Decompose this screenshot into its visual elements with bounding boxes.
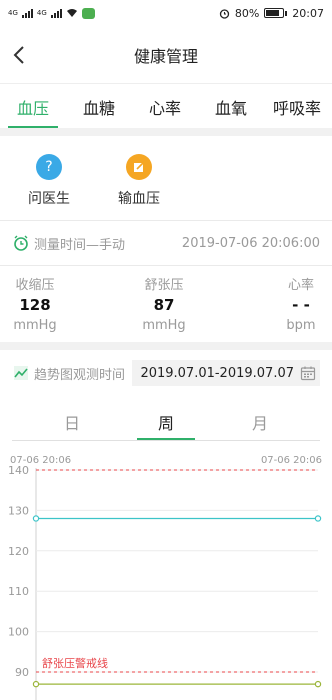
y-tick-label: 110 bbox=[8, 585, 29, 598]
metric-unit: mmHg bbox=[142, 318, 186, 333]
period-tabs: 日 周 月 bbox=[0, 398, 332, 440]
date-range-value: 2019.07.01-2019.07.07 bbox=[140, 365, 294, 381]
signal-icon bbox=[21, 8, 33, 18]
x-tick-label: 07-06 20:06 bbox=[261, 455, 322, 466]
data-point bbox=[32, 680, 40, 688]
y-tick-label: 90 bbox=[15, 666, 29, 679]
trend-label: 趋势图观测时间 bbox=[34, 367, 126, 383]
threshold-label: 舒张压警戒线 bbox=[42, 656, 108, 670]
metric-name: 收缩压 bbox=[15, 278, 55, 293]
status-time: 20:07 bbox=[292, 6, 324, 20]
period-week[interactable]: 周 bbox=[137, 398, 195, 440]
page-title: 健康管理 bbox=[133, 46, 198, 66]
signal-icon bbox=[50, 8, 62, 18]
nav-bar: 健康管理 bbox=[0, 26, 332, 84]
section-gap bbox=[0, 128, 332, 136]
divider bbox=[0, 265, 332, 266]
data-point bbox=[314, 680, 322, 688]
blood-pressure-chart: 07-06 20:06 07-06 20:0690100110120130140舒… bbox=[8, 455, 322, 700]
chevron-left-icon[interactable] bbox=[8, 43, 32, 67]
edit-icon bbox=[126, 154, 152, 180]
metric-name: 心率 bbox=[287, 278, 314, 293]
wechat-icon bbox=[81, 7, 95, 19]
ask-doctor-button[interactable]: ? 问医生 bbox=[14, 154, 84, 208]
enter-blood-pressure-button[interactable]: 输血压 bbox=[104, 154, 174, 208]
tab-blood-oxygen[interactable]: 血氧 bbox=[198, 85, 264, 128]
ask-doctor-label: 问医生 bbox=[28, 191, 70, 207]
wifi-icon bbox=[66, 9, 77, 17]
period-tabs-underline bbox=[12, 440, 320, 441]
y-tick-label: 100 bbox=[8, 626, 29, 639]
calendar-icon[interactable] bbox=[300, 365, 316, 381]
alarm-icon bbox=[219, 8, 229, 19]
measurement-label: 测量时间—手动 bbox=[34, 237, 126, 253]
y-tick-label: 130 bbox=[8, 504, 29, 517]
battery-percent: 80% bbox=[234, 6, 260, 20]
metric-systolic: 收缩压 128 mmHg bbox=[12, 274, 58, 333]
tab-respiration-rate[interactable]: 呼吸率 bbox=[264, 85, 330, 128]
question-icon: ? bbox=[36, 154, 62, 180]
y-tick-label: 140 bbox=[8, 464, 29, 477]
enter-blood-pressure-label: 输血压 bbox=[118, 191, 160, 207]
metrics-row: 收缩压 128 mmHg 舒张压 87 mmHg 心率 - - bpm bbox=[0, 274, 332, 338]
section-gap bbox=[0, 342, 332, 350]
tab-bar: 血压 血糖 心率 血氧 呼吸率 bbox=[0, 85, 332, 128]
period-day[interactable]: 日 bbox=[43, 398, 101, 440]
tab-blood-pressure[interactable]: 血压 bbox=[0, 85, 66, 128]
trend-chart-icon bbox=[14, 366, 28, 380]
date-range-picker[interactable]: 2019.07.01-2019.07.07 bbox=[132, 360, 320, 386]
quick-actions: ? 问医生 输血压 bbox=[0, 136, 332, 220]
metric-unit: mmHg bbox=[13, 318, 57, 333]
alarm-clock-icon bbox=[14, 235, 28, 251]
tab-blood-sugar[interactable]: 血糖 bbox=[66, 85, 132, 128]
metric-value: 128 bbox=[19, 296, 51, 314]
measurement-datetime: 2019-07-06 20:06:00 bbox=[181, 235, 320, 251]
battery-icon bbox=[264, 8, 288, 18]
measurement-time-row: 测量时间—手动 2019-07-06 20:06:00 bbox=[0, 221, 332, 265]
metric-unit: bpm bbox=[286, 318, 316, 333]
status-bar: 4G 4G 80% 20:07 bbox=[0, 0, 332, 26]
data-point bbox=[32, 515, 40, 522]
signal-2-label: 4G bbox=[36, 9, 47, 17]
trend-time-row: 趋势图观测时间 2019.07.01-2019.07.07 bbox=[0, 350, 332, 396]
metric-heart-rate: 心率 - - bpm bbox=[280, 274, 322, 333]
y-tick-label: 120 bbox=[8, 545, 29, 558]
metric-value: 87 bbox=[153, 296, 175, 314]
metric-diastolic: 舒张压 87 mmHg bbox=[141, 274, 187, 333]
tab-heart-rate[interactable]: 心率 bbox=[132, 85, 198, 128]
metric-value: - - bbox=[292, 296, 310, 314]
signal-1-label: 4G bbox=[8, 9, 18, 17]
data-point bbox=[314, 515, 322, 522]
metric-name: 舒张压 bbox=[144, 278, 184, 293]
period-month[interactable]: 月 bbox=[231, 398, 289, 440]
